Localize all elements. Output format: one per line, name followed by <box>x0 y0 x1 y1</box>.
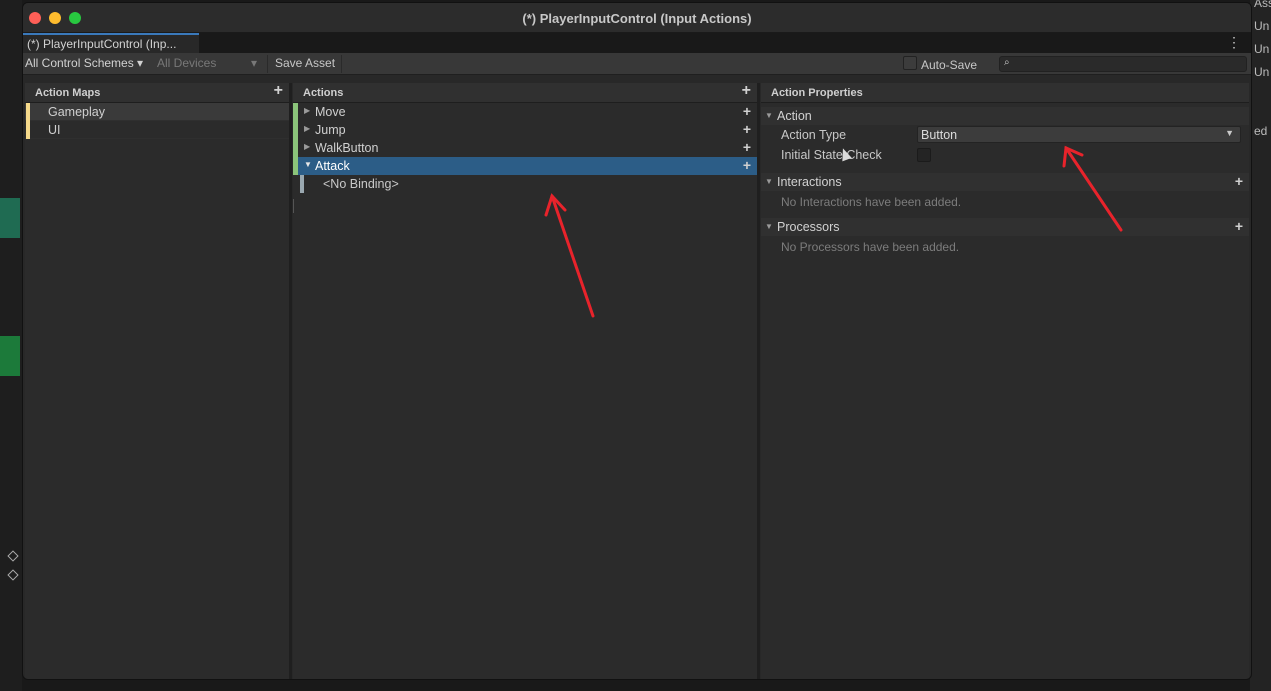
annotation-arrow <box>1062 145 1123 232</box>
annotation-arrows <box>544 145 1123 318</box>
annotation-arrow <box>544 193 595 318</box>
